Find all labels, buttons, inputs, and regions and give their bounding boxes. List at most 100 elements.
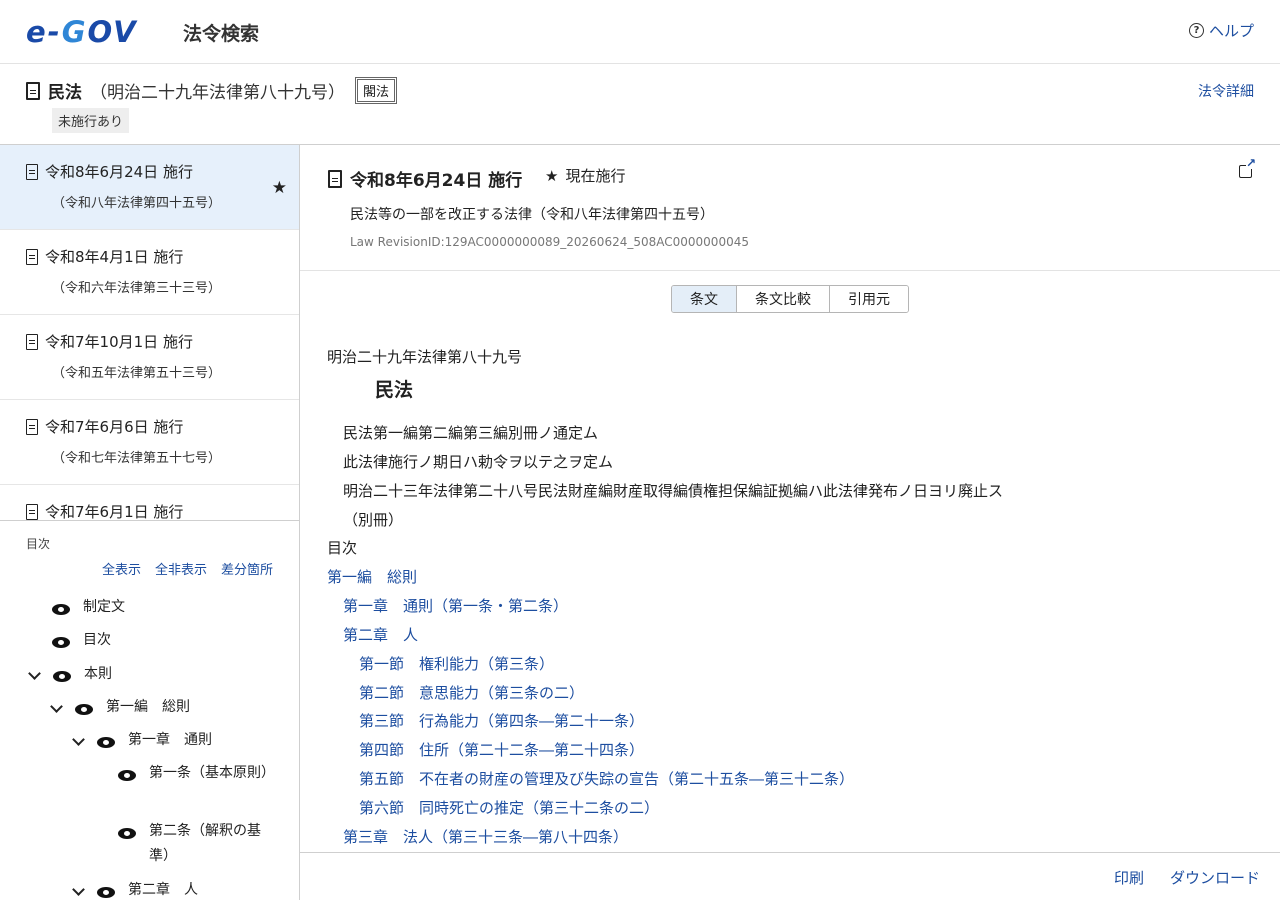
chevron-down-icon[interactable] [72, 883, 85, 896]
eye-icon[interactable] [52, 604, 70, 615]
toc-actions: 全表示 全非表示 差分箇所 [102, 559, 273, 578]
tab-cited-by[interactable]: 引用元 [829, 286, 908, 312]
revision-item-date-label: 令和8年6月24日 施行 [45, 163, 193, 181]
view-tabs: 条文 条文比較 引用元 [671, 285, 909, 313]
preamble-line: 明治二十三年法律第二十八号民法財産編財産取得編債権担保編証拠編ハ此法律発布ノ日ヨ… [343, 482, 1004, 500]
document-icon [26, 333, 38, 350]
revision-item[interactable]: 令和7年6月6日 施行 （令和七年法律第五十七号） [0, 400, 299, 485]
revision-item-date-label: 令和7年6月1日 施行 [45, 503, 184, 521]
toc-link[interactable]: 第二節 意思能力（第三条の二） [359, 682, 584, 703]
document-icon [26, 81, 40, 100]
law-type-badge: 閣法 [355, 77, 398, 104]
print-link[interactable]: 印刷 [1114, 867, 1144, 888]
revision-list[interactable]: 令和8年6月24日 施行 （令和八年法律第四十五号） ★ 令和8年4月1日 施行 （令和… [0, 145, 299, 521]
content-law-number: 明治二十九年法律第八十九号 [327, 348, 523, 366]
document-icon [26, 503, 38, 520]
star-icon[interactable]: ★ [272, 178, 287, 198]
toc-link[interactable]: 第五節 不在者の財産の管理及び失踪の宣告（第二十五条―第三十二条） [359, 768, 854, 789]
toc-item-label: 第一編 総則 [106, 699, 190, 715]
toc-item-label: 第二章 人 [128, 882, 198, 898]
toc-label: 目次 [26, 537, 51, 551]
toc-link[interactable]: 第二章 人 [343, 624, 418, 645]
revision-item-date-label: 令和7年10月1日 施行 [45, 333, 193, 351]
toc-link[interactable]: 第四節 住所（第二十二条―第二十四条） [359, 739, 644, 760]
content-toc-heading: 目次 [327, 539, 358, 557]
show-all-link[interactable]: 全表示 [102, 559, 141, 578]
revision-item[interactable]: 令和7年6月1日 施行 [0, 485, 299, 521]
revision-item[interactable]: 令和7年10月1日 施行 （令和五年法律第五十三号） [0, 315, 299, 400]
download-link[interactable]: ダウンロード [1170, 867, 1260, 888]
revision-item-law: （令和七年法律第五十七号） [52, 451, 222, 466]
footer-actions: 印刷 ダウンロード [300, 852, 1280, 900]
star-icon: ★ [545, 166, 559, 185]
revision-header: 令和8年6月24日 施行 ★ 現在施行 民法等の一部を改正する法律（令和八年法律… [300, 145, 1280, 271]
revision-item-date: 令和8年4月1日 施行 [26, 246, 299, 267]
eye-icon[interactable] [118, 828, 136, 839]
law-number: （明治二十九年法律第八十九号） [90, 83, 345, 103]
revision-item-date: 令和8年6月24日 施行 [26, 161, 299, 182]
toc-link[interactable]: 第三節 行為能力（第四条―第二十一条） [359, 710, 644, 731]
document-icon [26, 418, 38, 435]
tab-compare[interactable]: 条文比較 [736, 286, 829, 312]
eye-icon[interactable] [75, 704, 93, 715]
question-circle-icon: ? [1188, 23, 1204, 38]
chevron-down-icon[interactable] [72, 733, 85, 746]
revision-date-label: 令和8年6月24日 施行 [350, 171, 523, 191]
eye-icon[interactable] [53, 671, 71, 682]
law-content: 明治二十九年法律第八十九号 民法 民法第一編第二編第三編別冊ノ通定ム 此法律施行… [300, 335, 1280, 852]
toc-link[interactable]: 第六節 同時死亡の推定（第三十二条の二） [359, 797, 659, 818]
tab-articles[interactable]: 条文 [672, 286, 736, 312]
logo-text-g: G [61, 15, 88, 49]
eye-icon[interactable] [118, 770, 136, 781]
site-title: 法令検索 [183, 23, 260, 45]
unenforced-badge: 未施行あり [52, 108, 130, 133]
toc-item-article1[interactable]: 第一条（基本原則） [118, 765, 278, 786]
revision-item[interactable]: 令和8年4月1日 施行 （令和六年法律第三十三号） [0, 230, 299, 315]
toc-item-chapter1[interactable]: 第一章 通則 [70, 732, 212, 753]
toc-link[interactable]: 第三章 法人（第三十三条―第八十四条） [343, 826, 628, 847]
preamble-line: （別冊） [343, 511, 404, 529]
content-title: 民法 [375, 379, 414, 401]
toc-item-part1[interactable]: 第一編 総則 [48, 699, 190, 720]
toc-link[interactable]: 第一編 総則 [327, 566, 417, 587]
hide-all-link[interactable]: 全非表示 [155, 559, 207, 578]
revision-date: 令和8年6月24日 施行 [328, 166, 522, 191]
sidebar: 令和8年6月24日 施行 （令和八年法律第四十五号） ★ 令和8年4月1日 施行 （令和… [0, 145, 300, 900]
revision-item-law: （令和五年法律第五十三号） [52, 366, 222, 381]
chevron-down-icon[interactable] [28, 667, 41, 680]
preamble-line: 此法律施行ノ期日ハ勅令ヲ以テ之ヲ定ム [343, 453, 614, 471]
diff-link[interactable]: 差分箇所 [221, 559, 273, 578]
egov-logo[interactable]: e-GOV [26, 15, 138, 49]
top-header: e-GOV 法令検索 ? ヘルプ [0, 0, 1280, 64]
logo-text-e: e- [26, 15, 62, 49]
toc-link[interactable]: 第一節 権利能力（第三条） [359, 653, 554, 674]
toc-item-label: 第一条（基本原則） [149, 765, 275, 781]
revision-item-date-label: 令和8年4月1日 施行 [45, 248, 184, 266]
toc-item-chapter2[interactable]: 第二章 人 [70, 882, 198, 900]
eye-icon[interactable] [97, 887, 115, 898]
revision-item-law: （令和八年法律第四十五号） [52, 196, 222, 211]
revision-id: Law RevisionID:129AC0000000089_20260624_… [350, 235, 749, 249]
document-icon [328, 169, 342, 188]
toc-link[interactable]: 第一章 通則（第一条・第二条） [343, 595, 568, 616]
toc-item-article2[interactable]: 第二条（解釈の基準） [118, 823, 278, 869]
external-link-icon[interactable] [1239, 157, 1256, 178]
toc-item-contents[interactable]: 目次 [52, 632, 111, 653]
toc-item-label: 制定文 [83, 599, 125, 615]
eye-icon[interactable] [97, 737, 115, 748]
help-link[interactable]: ? ヘルプ [1188, 20, 1254, 41]
toc-item-preamble[interactable]: 制定文 [52, 599, 125, 620]
eye-icon[interactable] [52, 637, 70, 648]
document-icon [26, 248, 38, 265]
document-icon [26, 163, 38, 180]
preamble-line: 民法第一編第二編第三編別冊ノ通定ム [343, 424, 599, 442]
chevron-down-icon[interactable] [50, 700, 63, 713]
toc-item-main-provisions[interactable]: 本則 [26, 666, 112, 687]
toc-item-label: 本則 [84, 666, 112, 682]
law-detail-link[interactable]: 法令詳細 [1198, 81, 1254, 101]
law-name: 民法 [48, 83, 82, 103]
revision-item-law: （令和六年法律第三十三号） [52, 281, 222, 296]
help-label: ヘルプ [1208, 22, 1254, 40]
revision-item[interactable]: 令和8年6月24日 施行 （令和八年法律第四十五号） ★ [0, 145, 299, 230]
revision-item-date-label: 令和7年6月6日 施行 [45, 418, 184, 436]
